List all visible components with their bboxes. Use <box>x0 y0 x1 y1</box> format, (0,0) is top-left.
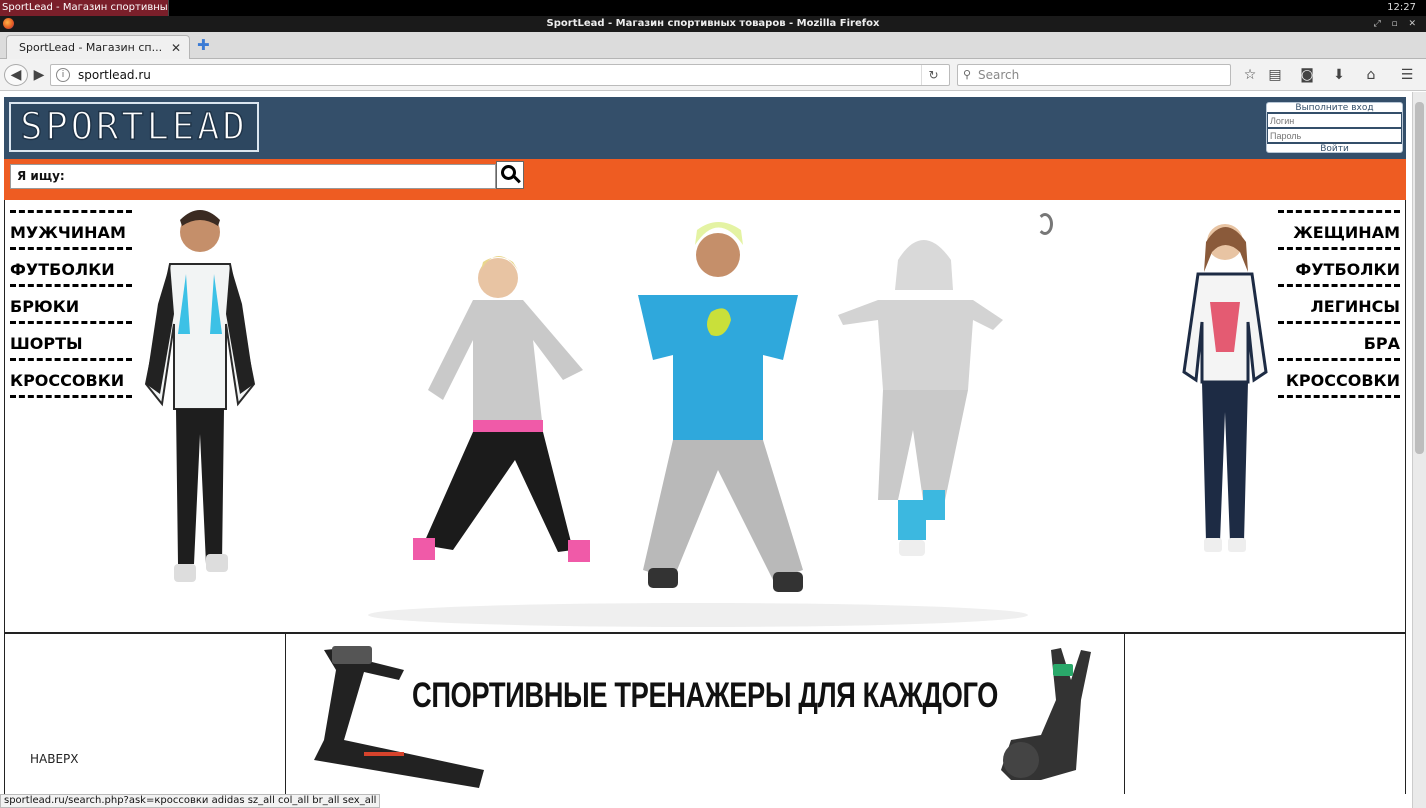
site-search-input[interactable]: Я ищу: <box>10 164 496 189</box>
site-header: SPORTLEAD Выполните вход Войти <box>4 97 1406 159</box>
main-hero-photo[interactable] <box>333 200 1063 628</box>
reading-list-icon[interactable]: ▤ <box>1266 66 1284 84</box>
divider <box>10 210 132 222</box>
browser-tab[interactable]: SportLead - Магазин сп... ✕ <box>6 35 190 60</box>
reload-icon[interactable]: ↻ <box>921 65 945 85</box>
back-arrow-icon[interactable]: ◀ <box>4 64 28 86</box>
divider <box>1278 358 1400 370</box>
system-clock: 12:27 <box>1387 2 1416 13</box>
content-row: НАВЕРХ СПОРТИВНЫЕ ТРЕНАЖЕРЫ ДЛЯ КАЖДОГО <box>4 633 1406 794</box>
divider <box>10 284 132 296</box>
divider <box>1278 247 1400 259</box>
login-form: Выполните вход Войти <box>1266 102 1403 154</box>
logo-text: SPORTLEAD <box>20 104 248 148</box>
site-search-band: Я ищу: <box>4 159 1406 200</box>
men-item-link[interactable]: КРОССОВКИ <box>10 370 132 391</box>
menu-icon[interactable]: ☰ <box>1398 66 1416 84</box>
tab-strip: SportLead - Магазин сп... ✕ ✚ <box>0 32 1426 60</box>
hero-banner: МУЖЧИНАМ ФУТБОЛКИ БРЮКИ ШОРТЫ КРОССОВКИ … <box>4 200 1406 633</box>
site-search-button[interactable] <box>496 161 524 189</box>
download-icon[interactable]: ⬇ <box>1330 66 1348 84</box>
page-viewport: SPORTLEAD Выполните вход Войти Я ищу: МУ… <box>0 92 1412 794</box>
login-title: Выполните вход <box>1267 103 1402 113</box>
divider <box>10 358 132 370</box>
men-item-link[interactable]: БРЮКИ <box>10 296 132 317</box>
women-item-link[interactable]: ФУТБОЛКИ <box>1278 259 1400 280</box>
men-item-link[interactable]: ФУТБОЛКИ <box>10 259 132 280</box>
new-tab-icon[interactable]: ✚ <box>197 36 210 54</box>
gym-equipment-banner[interactable]: СПОРТИВНЫЕ ТРЕНАЖЕРЫ ДЛЯ КАЖДОГО <box>286 634 1125 794</box>
scrollbar-thumb[interactable] <box>1415 102 1424 454</box>
url-text[interactable]: sportlead.ru <box>78 65 151 85</box>
divider <box>10 395 132 407</box>
window-title-bar: SportLead - Магазин спортивных товаров -… <box>0 16 1426 32</box>
login-submit-button[interactable]: Войти <box>1267 143 1402 154</box>
men-item-link[interactable]: ШОРТЫ <box>10 333 132 354</box>
divider <box>10 247 132 259</box>
divider <box>10 321 132 333</box>
women-item-link[interactable]: БРА <box>1278 333 1400 354</box>
right-cell <box>1125 634 1406 794</box>
banner-headline: СПОРТИВНЫЕ ТРЕНАЖЕРЫ ДЛЯ КАЖДОГО <box>412 676 999 715</box>
man-tracksuit-photo[interactable] <box>130 204 270 608</box>
taskbar-window-button[interactable]: SportLead - Магазин спортивны... <box>0 0 169 16</box>
men-category-menu: МУЖЧИНАМ ФУТБОЛКИ БРЮКИ ШОРТЫ КРОССОВКИ <box>10 206 132 407</box>
women-item-link[interactable]: КРОССОВКИ <box>1278 370 1400 391</box>
back-to-top-link[interactable]: НАВЕРХ <box>30 752 79 766</box>
site-info-icon[interactable]: i <box>56 68 70 82</box>
pocket-icon[interactable]: ◙ <box>1298 66 1316 84</box>
firefox-logo-icon <box>3 18 14 29</box>
window-title: SportLead - Магазин спортивных товаров -… <box>546 18 880 29</box>
vertical-scrollbar[interactable] <box>1412 92 1426 808</box>
divider <box>1278 284 1400 296</box>
search-icon: ⚲ <box>963 68 972 81</box>
password-field[interactable] <box>1267 128 1402 143</box>
tab-close-icon[interactable]: ✕ <box>171 36 181 60</box>
women-heading-link[interactable]: ЖЕЩИНАМ <box>1278 222 1400 243</box>
divider <box>1278 210 1400 222</box>
elliptical-image <box>1001 648 1091 780</box>
men-heading-link[interactable]: МУЖЧИНАМ <box>10 222 132 243</box>
status-bar-link-preview: sportlead.ru/search.php?ask=кроссовки ad… <box>0 794 381 808</box>
forward-arrow-icon[interactable]: ▶ <box>31 64 47 86</box>
home-icon[interactable]: ⌂ <box>1362 66 1380 84</box>
divider <box>1278 395 1400 407</box>
woman-tracksuit-photo[interactable] <box>1170 212 1280 572</box>
search-placeholder[interactable]: Search <box>978 65 1019 85</box>
magnifier-handle <box>513 175 521 184</box>
loading-spinner-icon <box>1037 213 1053 235</box>
browser-search-input[interactable]: ⚲ Search <box>957 64 1231 86</box>
women-item-link[interactable]: ЛЕГИНСЫ <box>1278 296 1400 317</box>
os-top-bar: SportLead - Магазин спортивны... 12:27 <box>0 0 1426 16</box>
url-bar[interactable]: i sportlead.ru ↻ <box>50 64 950 86</box>
tab-label: SportLead - Магазин сп... <box>19 41 163 54</box>
login-field[interactable] <box>1267 113 1402 128</box>
divider <box>1278 321 1400 333</box>
navigation-bar: ◀ ▶ i sportlead.ru ↻ ⚲ Search ☆ ▤ ◙ ⬇ ⌂ … <box>0 59 1426 91</box>
women-category-menu: ЖЕЩИНАМ ФУТБОЛКИ ЛЕГИНСЫ БРА КРОССОВКИ <box>1278 206 1400 407</box>
window-controls[interactable]: ⤢ ▫ ✕ <box>1373 16 1420 32</box>
bookmark-star-icon[interactable]: ☆ <box>1241 66 1259 84</box>
left-cell: НАВЕРХ <box>4 634 286 794</box>
site-logo[interactable]: SPORTLEAD <box>9 102 259 152</box>
